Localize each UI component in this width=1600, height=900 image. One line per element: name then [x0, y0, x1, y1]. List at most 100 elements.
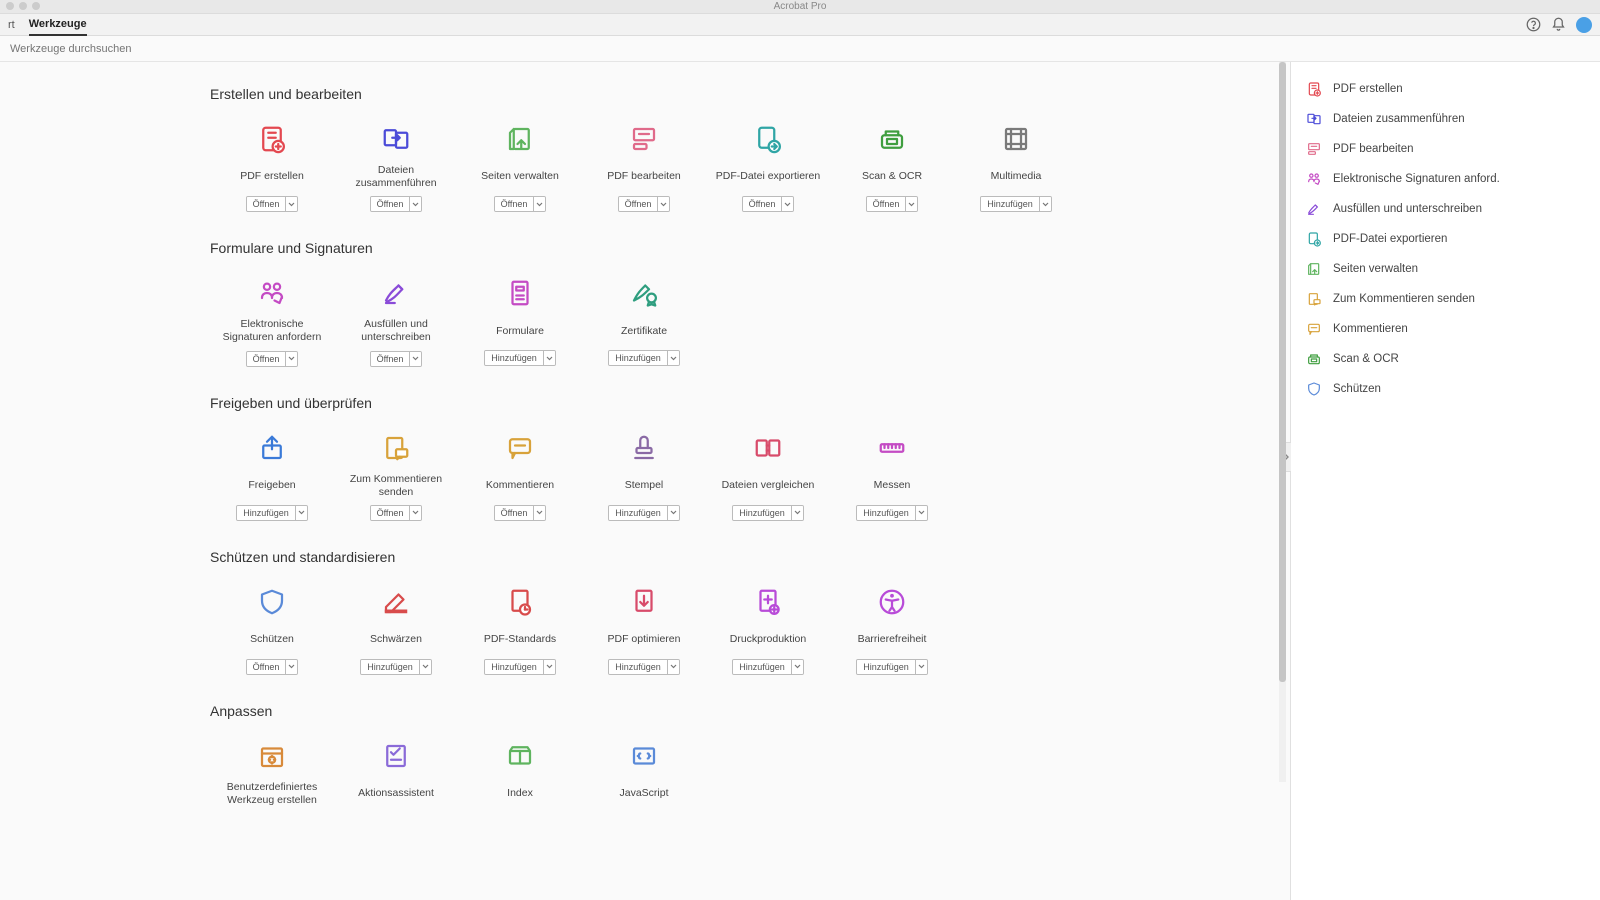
tool-accessibility[interactable]: BarrierefreiheitHinzufügen — [830, 579, 954, 689]
tool-forms[interactable]: FormulareHinzufügen — [458, 270, 582, 380]
search-input[interactable] — [10, 43, 230, 55]
chevron-down-icon[interactable] — [781, 197, 793, 211]
tool-action-button[interactable]: Öffnen — [494, 505, 547, 521]
tool-request-signatures[interactable]: Elektronische Signaturen anfordernÖffnen — [210, 270, 334, 380]
close-window-icon[interactable] — [6, 2, 14, 10]
tool-compare[interactable]: Dateien vergleichenHinzufügen — [706, 425, 830, 535]
tool-label: PDF-Standards — [484, 627, 556, 653]
chevron-down-icon[interactable] — [409, 197, 421, 211]
tool-index[interactable]: Index — [458, 733, 582, 827]
rail-item-protect[interactable]: Schützen — [1301, 374, 1590, 404]
chevron-down-icon[interactable] — [667, 506, 679, 520]
rail-item-fill-sign[interactable]: Ausfüllen und unterschreiben — [1301, 194, 1590, 224]
tool-action-button[interactable]: Öffnen — [246, 659, 299, 675]
chevron-down-icon[interactable] — [667, 660, 679, 674]
chevron-down-icon[interactable] — [285, 197, 297, 211]
tool-export-pdf[interactable]: PDF-Datei exportierenÖffnen — [706, 116, 830, 226]
redact-icon — [379, 585, 413, 619]
tool-print-production[interactable]: DruckproduktionHinzufügen — [706, 579, 830, 689]
window-controls[interactable] — [6, 2, 40, 10]
tool-stamp[interactable]: StempelHinzufügen — [582, 425, 706, 535]
tool-custom-tool[interactable]: Benutzerdefiniertes Werkzeug erstellen — [210, 733, 334, 827]
rail-item-comment[interactable]: Kommentieren — [1301, 314, 1590, 344]
chevron-down-icon[interactable] — [905, 197, 917, 211]
chevron-down-icon[interactable] — [791, 506, 803, 520]
rail-item-scan-ocr[interactable]: Scan & OCR — [1301, 344, 1590, 374]
tool-action-button[interactable]: Hinzufügen — [980, 196, 1052, 212]
chevron-down-icon[interactable] — [409, 506, 421, 520]
chevron-down-icon[interactable] — [791, 660, 803, 674]
tool-action-button[interactable]: Hinzufügen — [236, 505, 308, 521]
chevron-down-icon[interactable] — [409, 352, 421, 366]
tool-action-button[interactable]: Öffnen — [370, 351, 423, 367]
tool-action-button[interactable]: Hinzufügen — [856, 659, 928, 675]
tab-tools[interactable]: Werkzeuge — [29, 14, 87, 36]
tool-certificates[interactable]: ZertifikateHinzufügen — [582, 270, 706, 380]
tool-action-button[interactable]: Öffnen — [866, 196, 919, 212]
tool-action-button[interactable]: Öffnen — [370, 196, 423, 212]
tool-measure[interactable]: MessenHinzufügen — [830, 425, 954, 535]
tool-combine-files[interactable]: Dateien zusammenführenÖffnen — [334, 116, 458, 226]
tool-scan-ocr[interactable]: Scan & OCRÖffnen — [830, 116, 954, 226]
bell-icon[interactable] — [1551, 17, 1566, 32]
scrollbar[interactable] — [1279, 62, 1286, 782]
tool-action-button[interactable]: Öffnen — [618, 196, 671, 212]
chevron-down-icon[interactable] — [295, 506, 307, 520]
rail-item-organize-pages[interactable]: Seiten verwalten — [1301, 254, 1590, 284]
tool-action-button[interactable]: Öffnen — [370, 505, 423, 521]
tool-action-button[interactable]: Öffnen — [494, 196, 547, 212]
tool-action-button[interactable]: Hinzufügen — [360, 659, 432, 675]
chevron-down-icon[interactable] — [543, 351, 555, 365]
tool-action-button[interactable]: Hinzufügen — [608, 350, 680, 366]
rail-item-label: PDF bearbeiten — [1333, 143, 1414, 155]
tool-redact[interactable]: SchwärzenHinzufügen — [334, 579, 458, 689]
chevron-down-icon[interactable] — [533, 197, 545, 211]
tab-start[interactable]: rt — [8, 15, 15, 35]
chevron-down-icon[interactable] — [667, 351, 679, 365]
tool-edit-pdf[interactable]: PDF bearbeitenÖffnen — [582, 116, 706, 226]
chevron-down-icon[interactable] — [915, 660, 927, 674]
tool-fill-sign[interactable]: Ausfüllen und unterschreibenÖffnen — [334, 270, 458, 380]
chevron-down-icon[interactable] — [543, 660, 555, 674]
tool-action-button[interactable]: Öffnen — [246, 351, 299, 367]
tool-organize-pages[interactable]: Seiten verwaltenÖffnen — [458, 116, 582, 226]
tool-multimedia[interactable]: MultimediaHinzufügen — [954, 116, 1078, 226]
chevron-down-icon[interactable] — [915, 506, 927, 520]
tool-optimize[interactable]: PDF optimierenHinzufügen — [582, 579, 706, 689]
tool-javascript[interactable]: JavaScript — [582, 733, 706, 827]
rail-item-export-pdf[interactable]: PDF-Datei exportieren — [1301, 224, 1590, 254]
tool-send-comments[interactable]: Zum Kommentieren sendenÖffnen — [334, 425, 458, 535]
tool-action-label: Öffnen — [247, 352, 286, 366]
tool-pdf-create[interactable]: PDF erstellenÖffnen — [210, 116, 334, 226]
tool-action-button[interactable]: Hinzufügen — [608, 505, 680, 521]
rail-item-edit-pdf[interactable]: PDF bearbeiten — [1301, 134, 1590, 164]
chevron-down-icon[interactable] — [533, 506, 545, 520]
chevron-down-icon[interactable] — [1039, 197, 1051, 211]
help-icon[interactable] — [1526, 17, 1541, 32]
avatar[interactable] — [1576, 17, 1592, 33]
tool-action-wizard[interactable]: Aktionsassistent — [334, 733, 458, 827]
chevron-down-icon[interactable] — [285, 660, 297, 674]
chevron-down-icon[interactable] — [285, 352, 297, 366]
tool-comment[interactable]: KommentierenÖffnen — [458, 425, 582, 535]
tool-action-button[interactable]: Hinzufügen — [484, 350, 556, 366]
tool-action-button[interactable]: Öffnen — [246, 196, 299, 212]
tool-action-button[interactable]: Hinzufügen — [732, 659, 804, 675]
tool-protect[interactable]: SchützenÖffnen — [210, 579, 334, 689]
stamp-icon — [627, 431, 661, 465]
tool-action-button[interactable]: Öffnen — [742, 196, 795, 212]
tool-action-button[interactable]: Hinzufügen — [608, 659, 680, 675]
tool-action-button[interactable]: Hinzufügen — [484, 659, 556, 675]
rail-item-send-comments[interactable]: Zum Kommentieren senden — [1301, 284, 1590, 314]
tool-action-button[interactable]: Hinzufügen — [856, 505, 928, 521]
tool-share[interactable]: FreigebenHinzufügen — [210, 425, 334, 535]
tool-standards[interactable]: PDF-Standards Hinzufügen — [458, 579, 582, 689]
tool-action-button[interactable]: Hinzufügen — [732, 505, 804, 521]
rail-item-combine-files[interactable]: Dateien zusammenführen — [1301, 104, 1590, 134]
rail-item-request-signatures[interactable]: Elektronische Signaturen anford. — [1301, 164, 1590, 194]
maximize-window-icon[interactable] — [32, 2, 40, 10]
minimize-window-icon[interactable] — [19, 2, 27, 10]
chevron-down-icon[interactable] — [657, 197, 669, 211]
rail-item-pdf-create[interactable]: PDF erstellen — [1301, 74, 1590, 104]
chevron-down-icon[interactable] — [419, 660, 431, 674]
